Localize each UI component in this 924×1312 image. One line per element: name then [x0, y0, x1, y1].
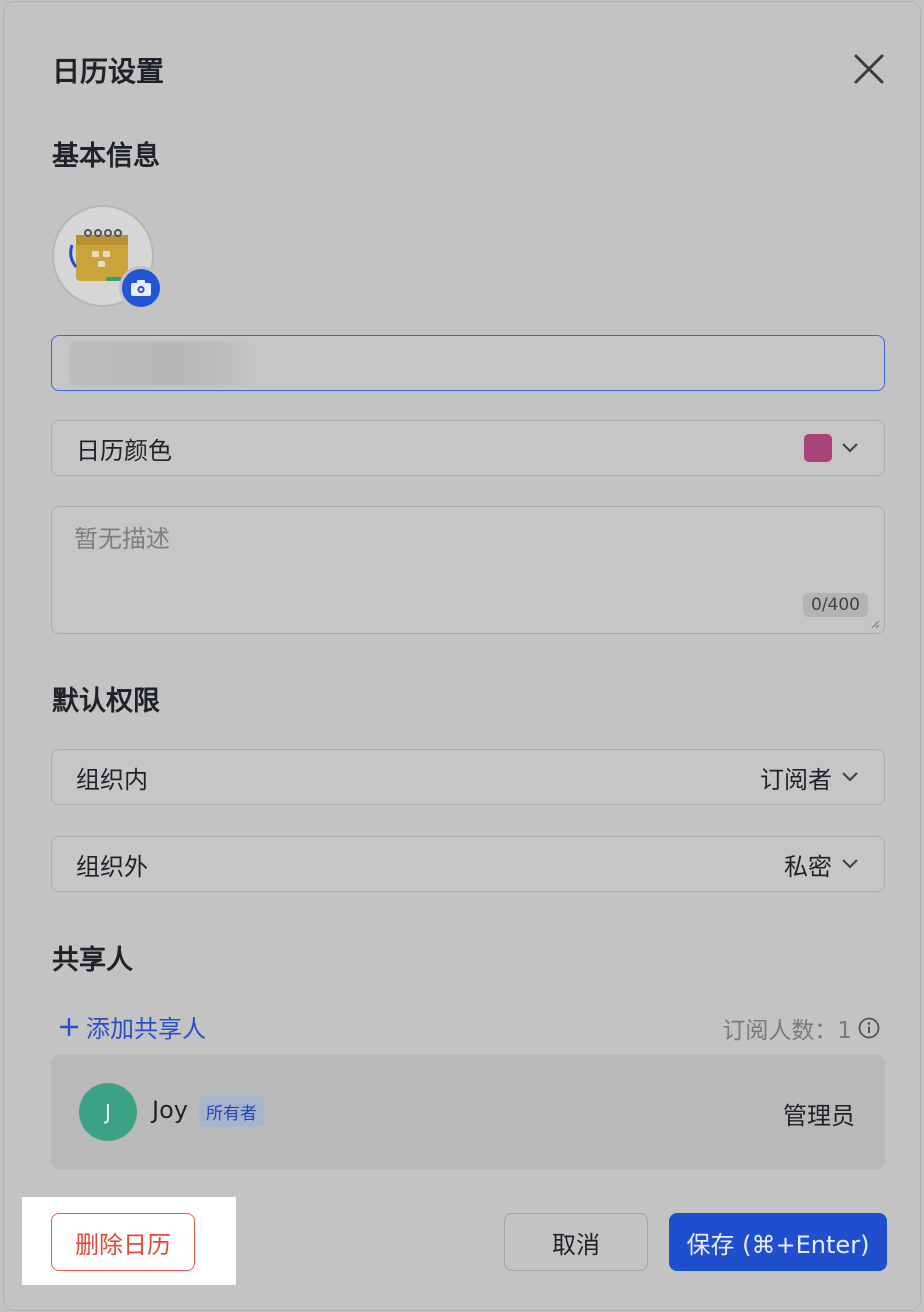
member-avatar: J [79, 1083, 137, 1141]
save-button[interactable]: 保存 (⌘+Enter) [669, 1213, 887, 1271]
member-list: J Joy 所有者 管理员 [51, 1055, 885, 1169]
calendar-name-input[interactable] [51, 335, 885, 391]
calendar-color-label: 日历颜色 [76, 436, 172, 465]
cancel-button[interactable]: 取消 [504, 1213, 648, 1271]
member-role[interactable]: 管理员 [783, 1096, 855, 1131]
description-counter: 0/400 [803, 593, 868, 617]
inside-org-value: 订阅者 [760, 765, 832, 794]
calendar-color-select[interactable]: 日历颜色 [51, 420, 885, 476]
chevron-down-icon [842, 443, 858, 453]
calendar-settings-dialog: 日历设置 基本信息 日历颜色 暂无描述 0/400 默认权限 组织内 订阅者 组… [4, 2, 920, 1310]
owner-badge: 所有者 [199, 1096, 264, 1127]
chevron-down-icon [842, 859, 858, 869]
subscriber-count-label: 订阅人数：1 [722, 1018, 852, 1044]
outside-org-permission-select[interactable]: 组织外 私密 [51, 836, 885, 892]
inside-org-label: 组织内 [76, 765, 148, 794]
delete-calendar-button[interactable]: 删除日历 [51, 1213, 195, 1271]
add-sharer-label: 添加共享人 [86, 1015, 206, 1043]
outside-org-label: 组织外 [76, 852, 148, 881]
description-placeholder: 暂无描述 [74, 525, 170, 553]
resize-handle-icon[interactable] [868, 617, 880, 629]
close-icon[interactable] [850, 50, 888, 88]
info-icon[interactable] [858, 1017, 880, 1039]
calendar-avatar[interactable] [52, 205, 164, 311]
permissions-heading: 默认权限 [52, 686, 160, 717]
camera-icon[interactable] [119, 266, 163, 310]
basic-info-heading: 基本信息 [52, 141, 160, 172]
description-textarea[interactable]: 暂无描述 0/400 [51, 506, 885, 634]
member-name: Joy [152, 1096, 188, 1124]
dialog-title: 日历设置 [52, 55, 165, 88]
add-sharer-button[interactable]: 添加共享人 [58, 1009, 206, 1044]
color-swatch [804, 434, 832, 462]
inside-org-permission-select[interactable]: 组织内 订阅者 [51, 749, 885, 805]
redacted-name [70, 342, 248, 386]
plus-icon [60, 1017, 78, 1036]
sharing-heading: 共享人 [52, 945, 133, 976]
subscriber-count: 订阅人数：1 [722, 1011, 880, 1045]
chevron-down-icon [842, 772, 858, 782]
outside-org-value: 私密 [784, 852, 832, 881]
